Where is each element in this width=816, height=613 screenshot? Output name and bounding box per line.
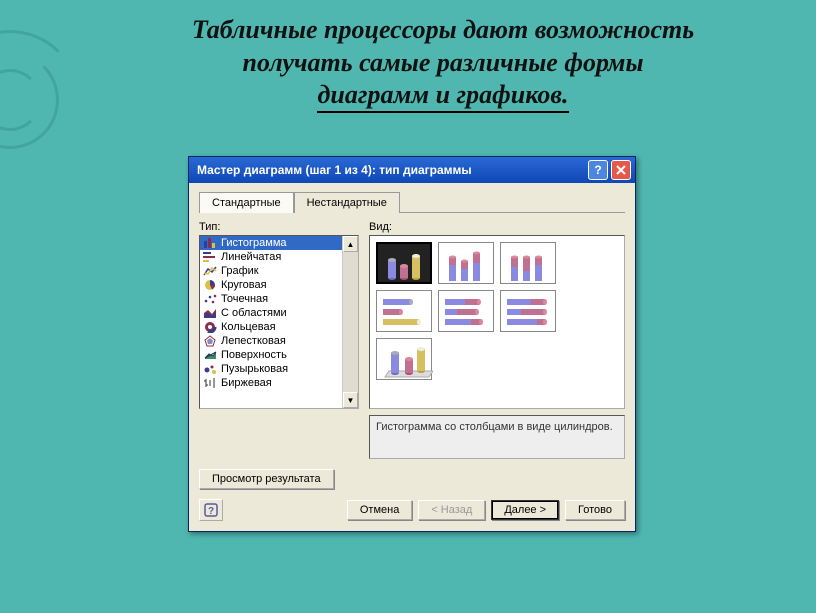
subtype-thumb[interactable] [438,242,494,284]
headline-line1: Табличные процессоры дают возможность [192,15,694,44]
subtype-thumb[interactable] [500,290,556,332]
hbar-icon [203,251,217,263]
list-item[interactable]: График [200,264,342,278]
subtype-thumb[interactable] [376,338,432,380]
tab-bar: Стандартные Нестандартные [199,191,625,213]
chart-type-list[interactable]: Гистограмма Линейчатая График Круго [199,235,359,409]
stock-icon [203,377,217,389]
tab-nonstandard[interactable]: Нестандартные [294,192,400,213]
subtype-thumb[interactable] [438,290,494,332]
type-label: Тип: [199,221,359,233]
subtype-thumb[interactable] [500,242,556,284]
back-button: < Назад [418,500,485,520]
subtype-thumb[interactable] [376,242,432,284]
list-item[interactable]: Гистограмма [200,236,342,250]
list-item[interactable]: Поверхность [200,348,342,362]
area-icon [203,307,217,319]
dialog-title: Мастер диаграмм (шаг 1 из 4): тип диагра… [197,163,585,177]
list-item[interactable]: Круговая [200,278,342,292]
line-icon [203,265,217,277]
list-item[interactable]: Точечная [200,292,342,306]
list-item[interactable]: С областями [200,306,342,320]
slide-headline: Табличные процессоры дают возможность по… [0,0,816,118]
list-item[interactable]: Кольцевая [200,320,342,334]
list-item[interactable]: Линейчатая [200,250,342,264]
help-button[interactable]: ? [588,160,608,180]
close-button[interactable] [611,160,631,180]
radar-icon [203,335,217,347]
list-item[interactable]: Пузырьковая [200,362,342,376]
tab-standard[interactable]: Стандартные [199,192,294,213]
headline-line3: диаграмм и графиков. [317,80,568,113]
subtype-description: Гистограмма со столбцами в виде цилиндро… [369,415,625,459]
close-icon [616,165,626,175]
scroll-up-button[interactable]: ▲ [343,236,358,252]
donut-icon [203,321,217,333]
pie-icon [203,279,217,291]
info-icon: ? [204,503,218,517]
list-scrollbar[interactable]: ▲ ▼ [342,236,358,408]
list-item[interactable]: Лепестковая [200,334,342,348]
subtype-grid [369,235,625,409]
svg-text:?: ? [208,506,214,517]
chart-wizard-dialog: Мастер диаграмм (шаг 1 из 4): тип диагра… [188,156,636,532]
surface-icon [203,349,217,361]
titlebar[interactable]: Мастер диаграмм (шаг 1 из 4): тип диагра… [189,157,635,183]
headline-line2: получать самые различные формы [243,48,644,77]
list-item[interactable]: Биржевая [200,376,342,390]
bubble-icon [203,363,217,375]
bar-icon [203,237,217,249]
view-label: Вид: [369,221,625,233]
scroll-down-button[interactable]: ▼ [343,392,358,408]
subtype-thumb[interactable] [376,290,432,332]
finish-button[interactable]: Готово [565,500,625,520]
office-assistant-button[interactable]: ? [199,499,223,521]
preview-result-button[interactable]: Просмотр результата [199,469,334,489]
cancel-button[interactable]: Отмена [347,500,412,520]
scatter-icon [203,293,217,305]
next-button[interactable]: Далее > [491,500,559,520]
